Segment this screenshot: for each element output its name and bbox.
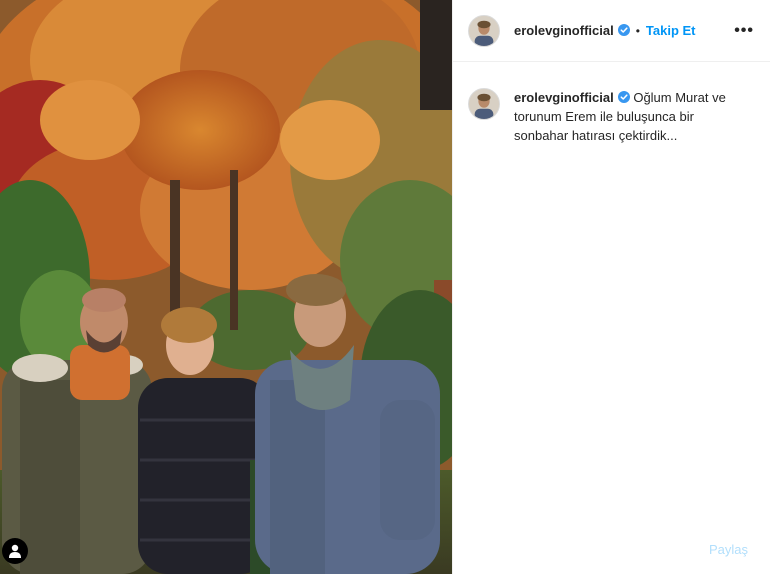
caption-username-link[interactable]: erolevginofficial [514, 90, 633, 105]
caption-body: erolevginofficial Oğlum Murat ve torunum… [514, 88, 744, 145]
caption: erolevginofficial Oğlum Murat ve torunum… [453, 62, 770, 145]
avatar[interactable] [468, 14, 500, 47]
username-text[interactable]: erolevginofficial [514, 23, 614, 38]
username-link[interactable]: erolevginofficial [514, 23, 630, 38]
autumn-family-photo [0, 0, 452, 574]
verified-badge-icon [617, 91, 630, 103]
post-header: erolevginofficial • Takip Et ••• [453, 0, 770, 62]
share-button[interactable]: Paylaş [709, 542, 748, 557]
post-photo[interactable] [0, 0, 452, 574]
follow-button[interactable]: Takip Et [646, 23, 696, 38]
avatar[interactable] [468, 88, 500, 120]
user-tag-icon[interactable] [2, 538, 28, 564]
verified-badge-icon [617, 24, 630, 36]
separator-dot: • [635, 23, 640, 38]
post-side-panel: erolevginofficial • Takip Et ••• erolevg… [452, 0, 770, 574]
caption-username-text[interactable]: erolevginofficial [514, 90, 614, 105]
more-options-icon[interactable]: ••• [734, 22, 754, 39]
